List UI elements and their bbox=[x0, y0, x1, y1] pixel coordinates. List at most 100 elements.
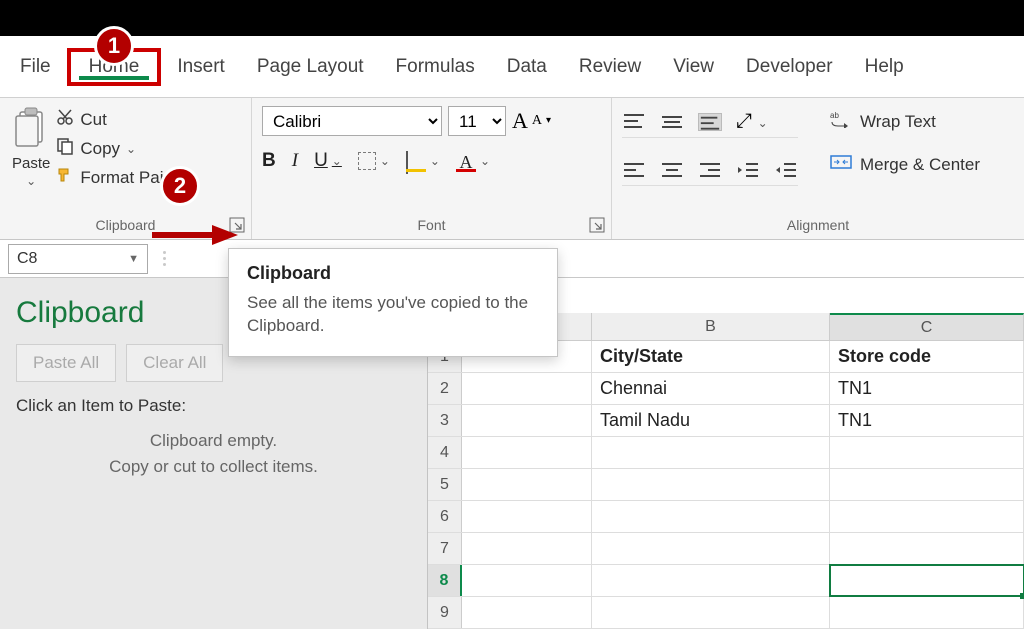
increase-indent-button[interactable] bbox=[774, 161, 798, 179]
chevron-down-icon: ⌄ bbox=[126, 142, 136, 156]
cell-b2[interactable]: Chennai bbox=[592, 373, 830, 404]
tab-page-layout[interactable]: Page Layout bbox=[241, 48, 380, 86]
ribbon: Paste ⌄ Cut Copy ⌄ Format Painter bbox=[0, 98, 1024, 240]
tab-active-underline bbox=[79, 76, 150, 80]
cut-label: Cut bbox=[80, 110, 106, 130]
row-header[interactable]: 2 bbox=[428, 373, 462, 404]
merge-center-button[interactable]: Merge & Center bbox=[830, 153, 980, 176]
name-box[interactable]: C8 ▼ bbox=[8, 244, 148, 274]
underline-button[interactable]: U ⌄ bbox=[314, 150, 342, 172]
clipboard-tooltip: Clipboard See all the items you've copie… bbox=[228, 248, 558, 357]
cell[interactable] bbox=[462, 533, 592, 564]
annotation-badge-2: 2 bbox=[160, 166, 200, 206]
row-header[interactable]: 7 bbox=[428, 533, 462, 564]
clear-all-button[interactable]: Clear All bbox=[126, 344, 223, 382]
tab-developer[interactable]: Developer bbox=[730, 48, 849, 86]
row-header[interactable]: 3 bbox=[428, 405, 462, 436]
cell[interactable] bbox=[462, 469, 592, 500]
align-right-button[interactable] bbox=[698, 161, 722, 179]
wrap-text-icon: ab bbox=[830, 110, 852, 133]
cell-c2[interactable]: TN1 bbox=[830, 373, 1024, 404]
cell[interactable] bbox=[592, 565, 830, 596]
row-header[interactable]: 6 bbox=[428, 501, 462, 532]
tab-file[interactable]: File bbox=[4, 48, 67, 86]
cell[interactable] bbox=[462, 437, 592, 468]
copy-button[interactable]: Copy ⌄ bbox=[56, 137, 192, 160]
cell[interactable] bbox=[592, 437, 830, 468]
tab-data[interactable]: Data bbox=[491, 48, 563, 86]
align-bottom-button[interactable] bbox=[698, 113, 722, 131]
tab-review[interactable]: Review bbox=[563, 48, 657, 86]
cell[interactable] bbox=[462, 597, 592, 628]
chevron-down-icon: ⌄ bbox=[430, 154, 440, 168]
clipboard-empty-2: Copy or cut to collect items. bbox=[16, 454, 411, 480]
cell[interactable] bbox=[462, 405, 592, 436]
cut-button[interactable]: Cut bbox=[56, 108, 192, 131]
cell[interactable] bbox=[592, 501, 830, 532]
tab-formulas[interactable]: Formulas bbox=[380, 48, 491, 86]
italic-button[interactable]: I bbox=[292, 150, 298, 172]
cell-c3[interactable]: TN1 bbox=[830, 405, 1024, 436]
grid: 1City/StateStore code 2ChennaiTN1 3Tamil… bbox=[428, 341, 1024, 629]
row-header[interactable]: 8 bbox=[428, 565, 462, 596]
group-alignment-label: Alignment bbox=[787, 217, 849, 233]
font-name-select[interactable]: Calibri bbox=[262, 106, 442, 136]
cell[interactable] bbox=[830, 469, 1024, 500]
orientation-button[interactable]: ⤢ ⌄ bbox=[736, 110, 768, 133]
clipboard-subtitle: Click an Item to Paste: bbox=[16, 396, 411, 416]
cell[interactable] bbox=[462, 373, 592, 404]
annotation-badge-2-wrap: 2 bbox=[160, 166, 200, 206]
col-header-b[interactable]: B bbox=[592, 313, 830, 340]
group-clipboard: Paste ⌄ Cut Copy ⌄ Format Painter bbox=[0, 98, 252, 239]
clipboard-icon bbox=[13, 106, 49, 153]
row-header[interactable]: 9 bbox=[428, 597, 462, 628]
align-left-button[interactable] bbox=[622, 161, 646, 179]
align-middle-button[interactable] bbox=[660, 113, 684, 131]
cell[interactable] bbox=[830, 501, 1024, 532]
bucket-icon bbox=[406, 152, 426, 170]
copy-label: Copy bbox=[80, 139, 120, 159]
align-top-button[interactable] bbox=[622, 113, 646, 131]
row-header[interactable]: 4 bbox=[428, 437, 462, 468]
cell[interactable] bbox=[592, 597, 830, 628]
svg-text:ab: ab bbox=[830, 111, 839, 120]
scissors-icon bbox=[56, 108, 74, 131]
col-header-c[interactable]: C bbox=[830, 313, 1024, 340]
cell[interactable] bbox=[830, 533, 1024, 564]
cell[interactable] bbox=[592, 469, 830, 500]
cell[interactable] bbox=[462, 501, 592, 532]
font-dialog-launcher[interactable] bbox=[589, 217, 605, 233]
chevron-down-icon: ▼ bbox=[128, 253, 139, 265]
cell[interactable] bbox=[592, 533, 830, 564]
cell[interactable] bbox=[830, 437, 1024, 468]
cell-b1[interactable]: City/State bbox=[592, 341, 830, 372]
tooltip-title: Clipboard bbox=[247, 263, 539, 284]
paste-button[interactable]: Paste ⌄ bbox=[10, 106, 52, 189]
bold-button[interactable]: B bbox=[262, 150, 276, 172]
copy-icon bbox=[56, 137, 74, 160]
fill-color-button[interactable]: ⌄ bbox=[406, 152, 440, 170]
cell-c8-selected[interactable] bbox=[830, 565, 1024, 596]
font-size-select[interactable]: 11 bbox=[448, 106, 506, 136]
decrease-indent-button[interactable] bbox=[736, 161, 760, 179]
wrap-text-button[interactable]: ab Wrap Text bbox=[830, 110, 980, 133]
tab-insert[interactable]: Insert bbox=[161, 48, 241, 86]
cell[interactable] bbox=[830, 597, 1024, 628]
cell[interactable] bbox=[462, 565, 592, 596]
paste-label: Paste bbox=[12, 155, 50, 172]
align-center-button[interactable] bbox=[660, 161, 684, 179]
group-font-label: Font bbox=[417, 217, 445, 233]
tab-view[interactable]: View bbox=[657, 48, 730, 86]
clipboard-empty-1: Clipboard empty. bbox=[16, 428, 411, 454]
row-header[interactable]: 5 bbox=[428, 469, 462, 500]
increase-font-button[interactable]: A bbox=[512, 108, 528, 134]
borders-button[interactable]: ⌄ bbox=[358, 152, 390, 170]
decrease-font-button[interactable]: A bbox=[532, 108, 551, 134]
font-color-button[interactable]: A⌄ bbox=[456, 152, 490, 170]
cell-b3[interactable]: Tamil Nadu bbox=[592, 405, 830, 436]
border-icon bbox=[358, 152, 376, 170]
tab-help[interactable]: Help bbox=[849, 48, 920, 86]
tab-home[interactable]: Home 1 bbox=[67, 48, 162, 86]
cell-c1[interactable]: Store code bbox=[830, 341, 1024, 372]
paste-all-button[interactable]: Paste All bbox=[16, 344, 116, 382]
